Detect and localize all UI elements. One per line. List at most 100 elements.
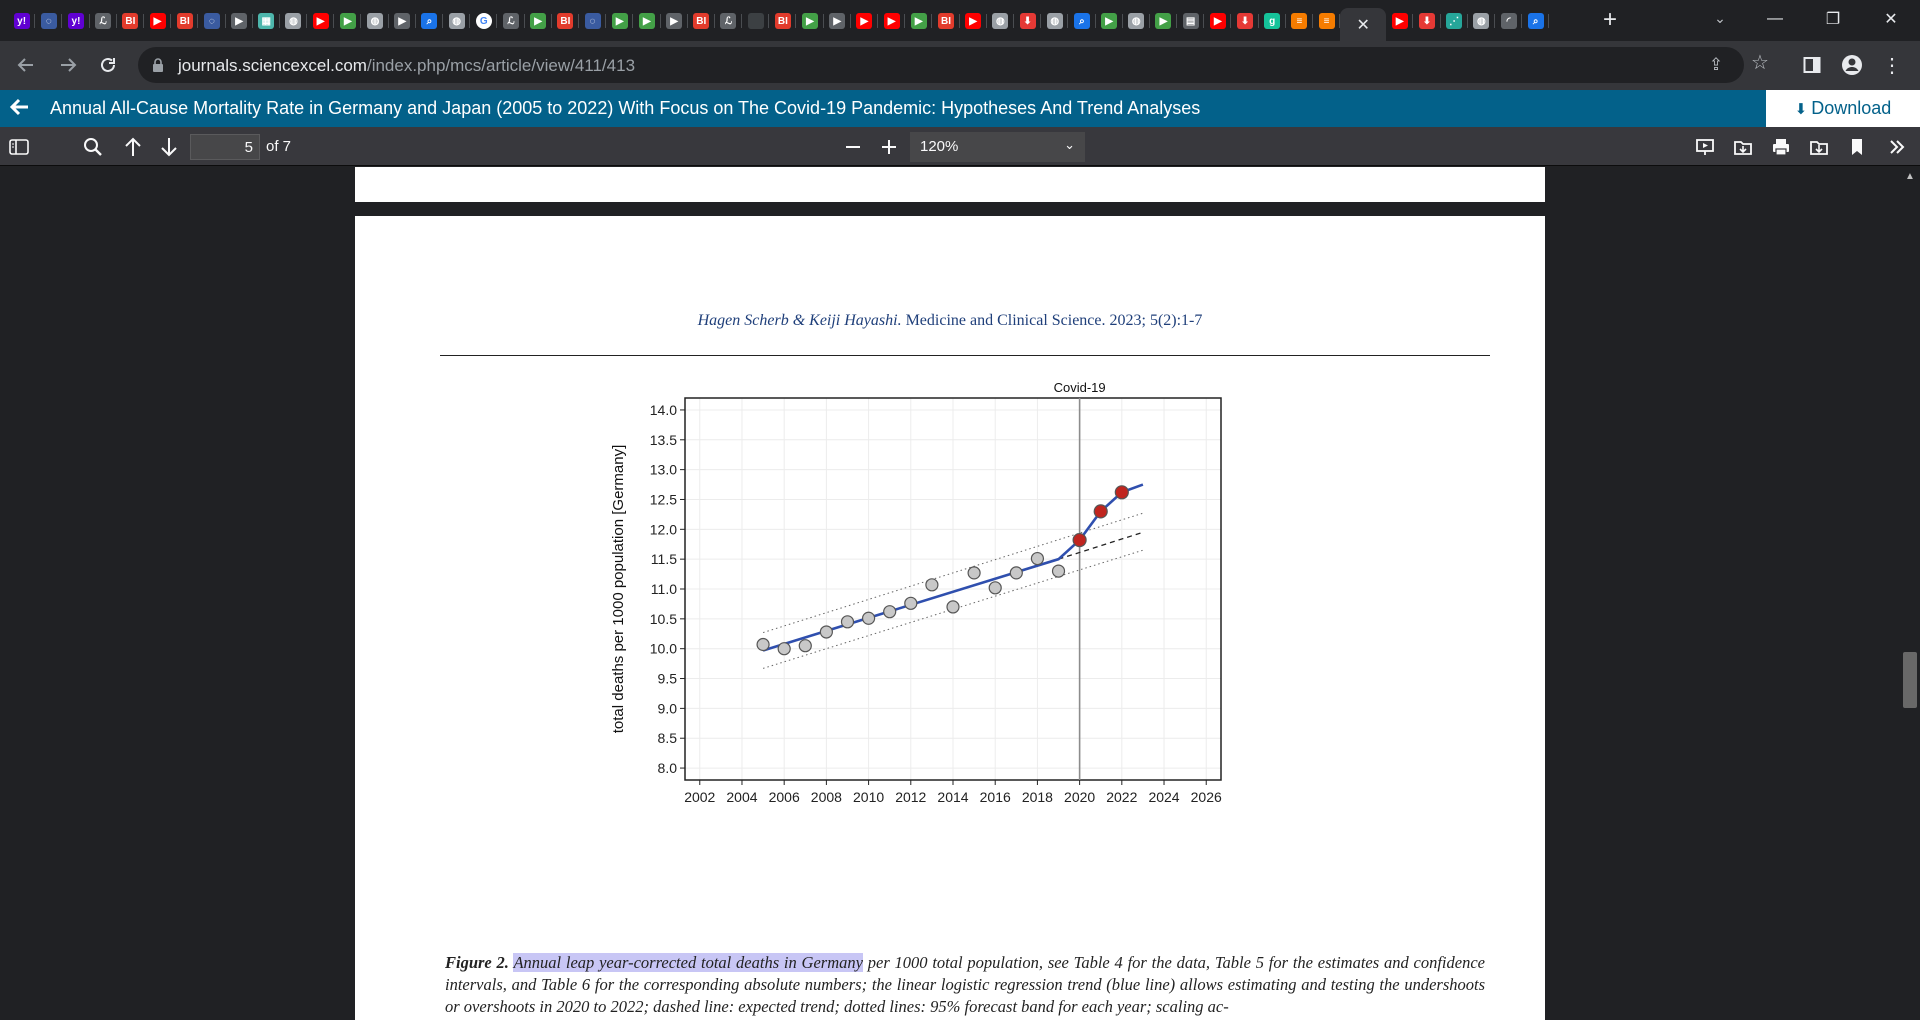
caption-highlight[interactable]: Annual leap year-corrected total deaths … [513,953,863,972]
y-tick-label: 14.0 [650,402,677,418]
shield-icon: ◌ [40,13,57,29]
address-bar-row: journals.sciencexcel.com/index.php/mcs/a… [0,41,1920,90]
next-page-button[interactable] [156,134,182,160]
vertical-scrollbar[interactable]: ▲ [1900,167,1920,1020]
browser-tab[interactable]: ◍ [443,8,471,34]
browser-tab[interactable]: ▶ [307,8,335,34]
browser-tab[interactable]: ⌕ [1522,8,1550,34]
browser-tab[interactable]: ◌ [35,8,63,34]
page-number-input[interactable]: 5 [190,134,260,160]
browser-tab[interactable]: ◍ [1468,8,1496,34]
browser-tab[interactable]: ◌ [579,8,607,34]
browser-tab[interactable]: ℒ [497,8,525,34]
download-button[interactable]: ⬇ Download [1766,90,1920,127]
browser-tab[interactable]: BI [171,8,199,34]
side-panel-icon[interactable] [1800,53,1824,77]
pdf-viewer[interactable]: Hagen Scherb & Keiji Hayashi. Medicine a… [0,167,1920,1020]
open-file-button[interactable] [1730,134,1756,160]
browser-tab[interactable]: ⬇ [1413,8,1441,34]
browser-tab[interactable]: ⌕ [416,8,444,34]
minimize-button[interactable]: — [1752,0,1798,38]
browser-tab[interactable]: ▶ [389,8,417,34]
browser-tab[interactable]: ▶ [824,8,852,34]
browser-tab[interactable]: ▶ [1204,8,1232,34]
browser-tab[interactable]: BI [769,8,797,34]
share-icon[interactable]: ⇪ [1706,55,1726,75]
browser-tab[interactable]: ◌ [198,8,226,34]
scroll-up-icon[interactable]: ▲ [1905,171,1915,182]
browser-tab[interactable]: ▶ [226,8,253,34]
browser-tab[interactable]: ▶ [1386,8,1414,34]
tab-search-button[interactable]: ⌄ [1708,10,1732,32]
browser-tab[interactable]: BI [117,8,145,34]
browser-tab[interactable]: ◍ [280,8,308,34]
find-button[interactable] [80,134,106,160]
scrollbar-thumb[interactable] [1903,652,1917,708]
article-title[interactable]: Annual All-Cause Mortality Rate in Germa… [50,98,1200,119]
bookmark-icon: ▶ [394,13,411,29]
browser-tab[interactable]: ▶ [1150,8,1178,34]
browser-tab[interactable]: y! [8,8,36,34]
browser-tab[interactable]: ◜ [1495,8,1523,34]
browser-tab[interactable]: ▶ [633,8,661,34]
more-tools-button[interactable] [1884,134,1910,160]
browser-tab[interactable]: ⋰ [1441,8,1468,34]
sidebar-toggle-button[interactable] [6,134,32,160]
restore-button[interactable]: ❐ [1810,0,1856,38]
browser-tab[interactable]: ▶ [960,8,987,34]
new-tab-button[interactable]: + [1598,8,1622,34]
browser-tab[interactable]: ◍ [361,8,389,34]
profile-icon[interactable] [1840,53,1864,77]
browser-tab[interactable]: ◍ [1041,8,1069,34]
browser-tab[interactable]: ◍ [987,8,1015,34]
browser-tab[interactable]: ▶ [1096,8,1123,34]
menu-kebab-icon[interactable]: ⋮ [1880,53,1904,77]
close-window-button[interactable]: ✕ [1868,0,1914,38]
browser-tab[interactable]: ◍ [1123,8,1151,34]
presentation-mode-button[interactable] [1692,134,1718,160]
previous-page-button[interactable] [120,134,146,160]
browser-tab[interactable] [742,8,770,34]
browser-tab[interactable]: ▦ [253,8,281,34]
browser-tab[interactable]: ✕ [1340,8,1387,41]
browser-tab[interactable]: ≡ [1286,8,1314,34]
browser-tab[interactable]: ⌕ [1068,8,1096,34]
back-button[interactable] [10,49,42,81]
bookmark-star-icon[interactable]: ☆ [1750,53,1770,73]
browser-tab[interactable]: ▶ [334,8,362,34]
save-button[interactable] [1806,134,1832,160]
browser-tab[interactable]: G [470,8,498,34]
browser-tab[interactable]: ▶ [878,8,906,34]
browser-tab[interactable]: ℒ [715,8,743,34]
browser-tab[interactable]: ▶ [144,8,172,34]
zoom-out-button[interactable] [840,134,866,160]
zoom-in-button[interactable] [876,134,902,160]
browser-tab[interactable]: g [1259,8,1287,34]
browser-tab[interactable]: ▶ [661,8,688,34]
reload-button[interactable] [92,49,124,81]
browser-tab[interactable]: BI [552,8,580,34]
browser-tab[interactable]: BI [932,8,960,34]
bookmark-button[interactable] [1844,134,1870,160]
browser-tab[interactable]: ▤ [1177,8,1205,34]
data-point [777,642,791,656]
browser-tab[interactable]: ▶ [905,8,933,34]
reload-icon [101,57,115,72]
browser-tab[interactable]: BI [688,8,716,34]
zoom-select[interactable]: 120% ⌄ [910,132,1085,162]
browser-tab[interactable]: ▶ [851,8,879,34]
browser-tab[interactable]: ℒ [90,8,117,34]
browser-tab[interactable]: ▶ [796,8,824,34]
back-to-article-icon[interactable] [8,96,34,122]
browser-tab[interactable]: ▶ [606,8,634,34]
print-button[interactable] [1768,134,1794,160]
browser-tab[interactable]: ▶ [525,8,552,34]
forward-button[interactable] [52,49,84,81]
close-icon[interactable]: ✕ [1355,17,1371,34]
browser-tab[interactable]: ≡ [1313,8,1341,34]
browser-tab[interactable]: ⬇ [1231,8,1259,34]
omnibox[interactable]: journals.sciencexcel.com/index.php/mcs/a… [138,47,1769,83]
browser-tab[interactable]: ⬇ [1014,8,1042,34]
browser-tab[interactable]: y! [62,8,90,34]
url-text[interactable]: journals.sciencexcel.com/index.php/mcs/a… [178,56,635,76]
